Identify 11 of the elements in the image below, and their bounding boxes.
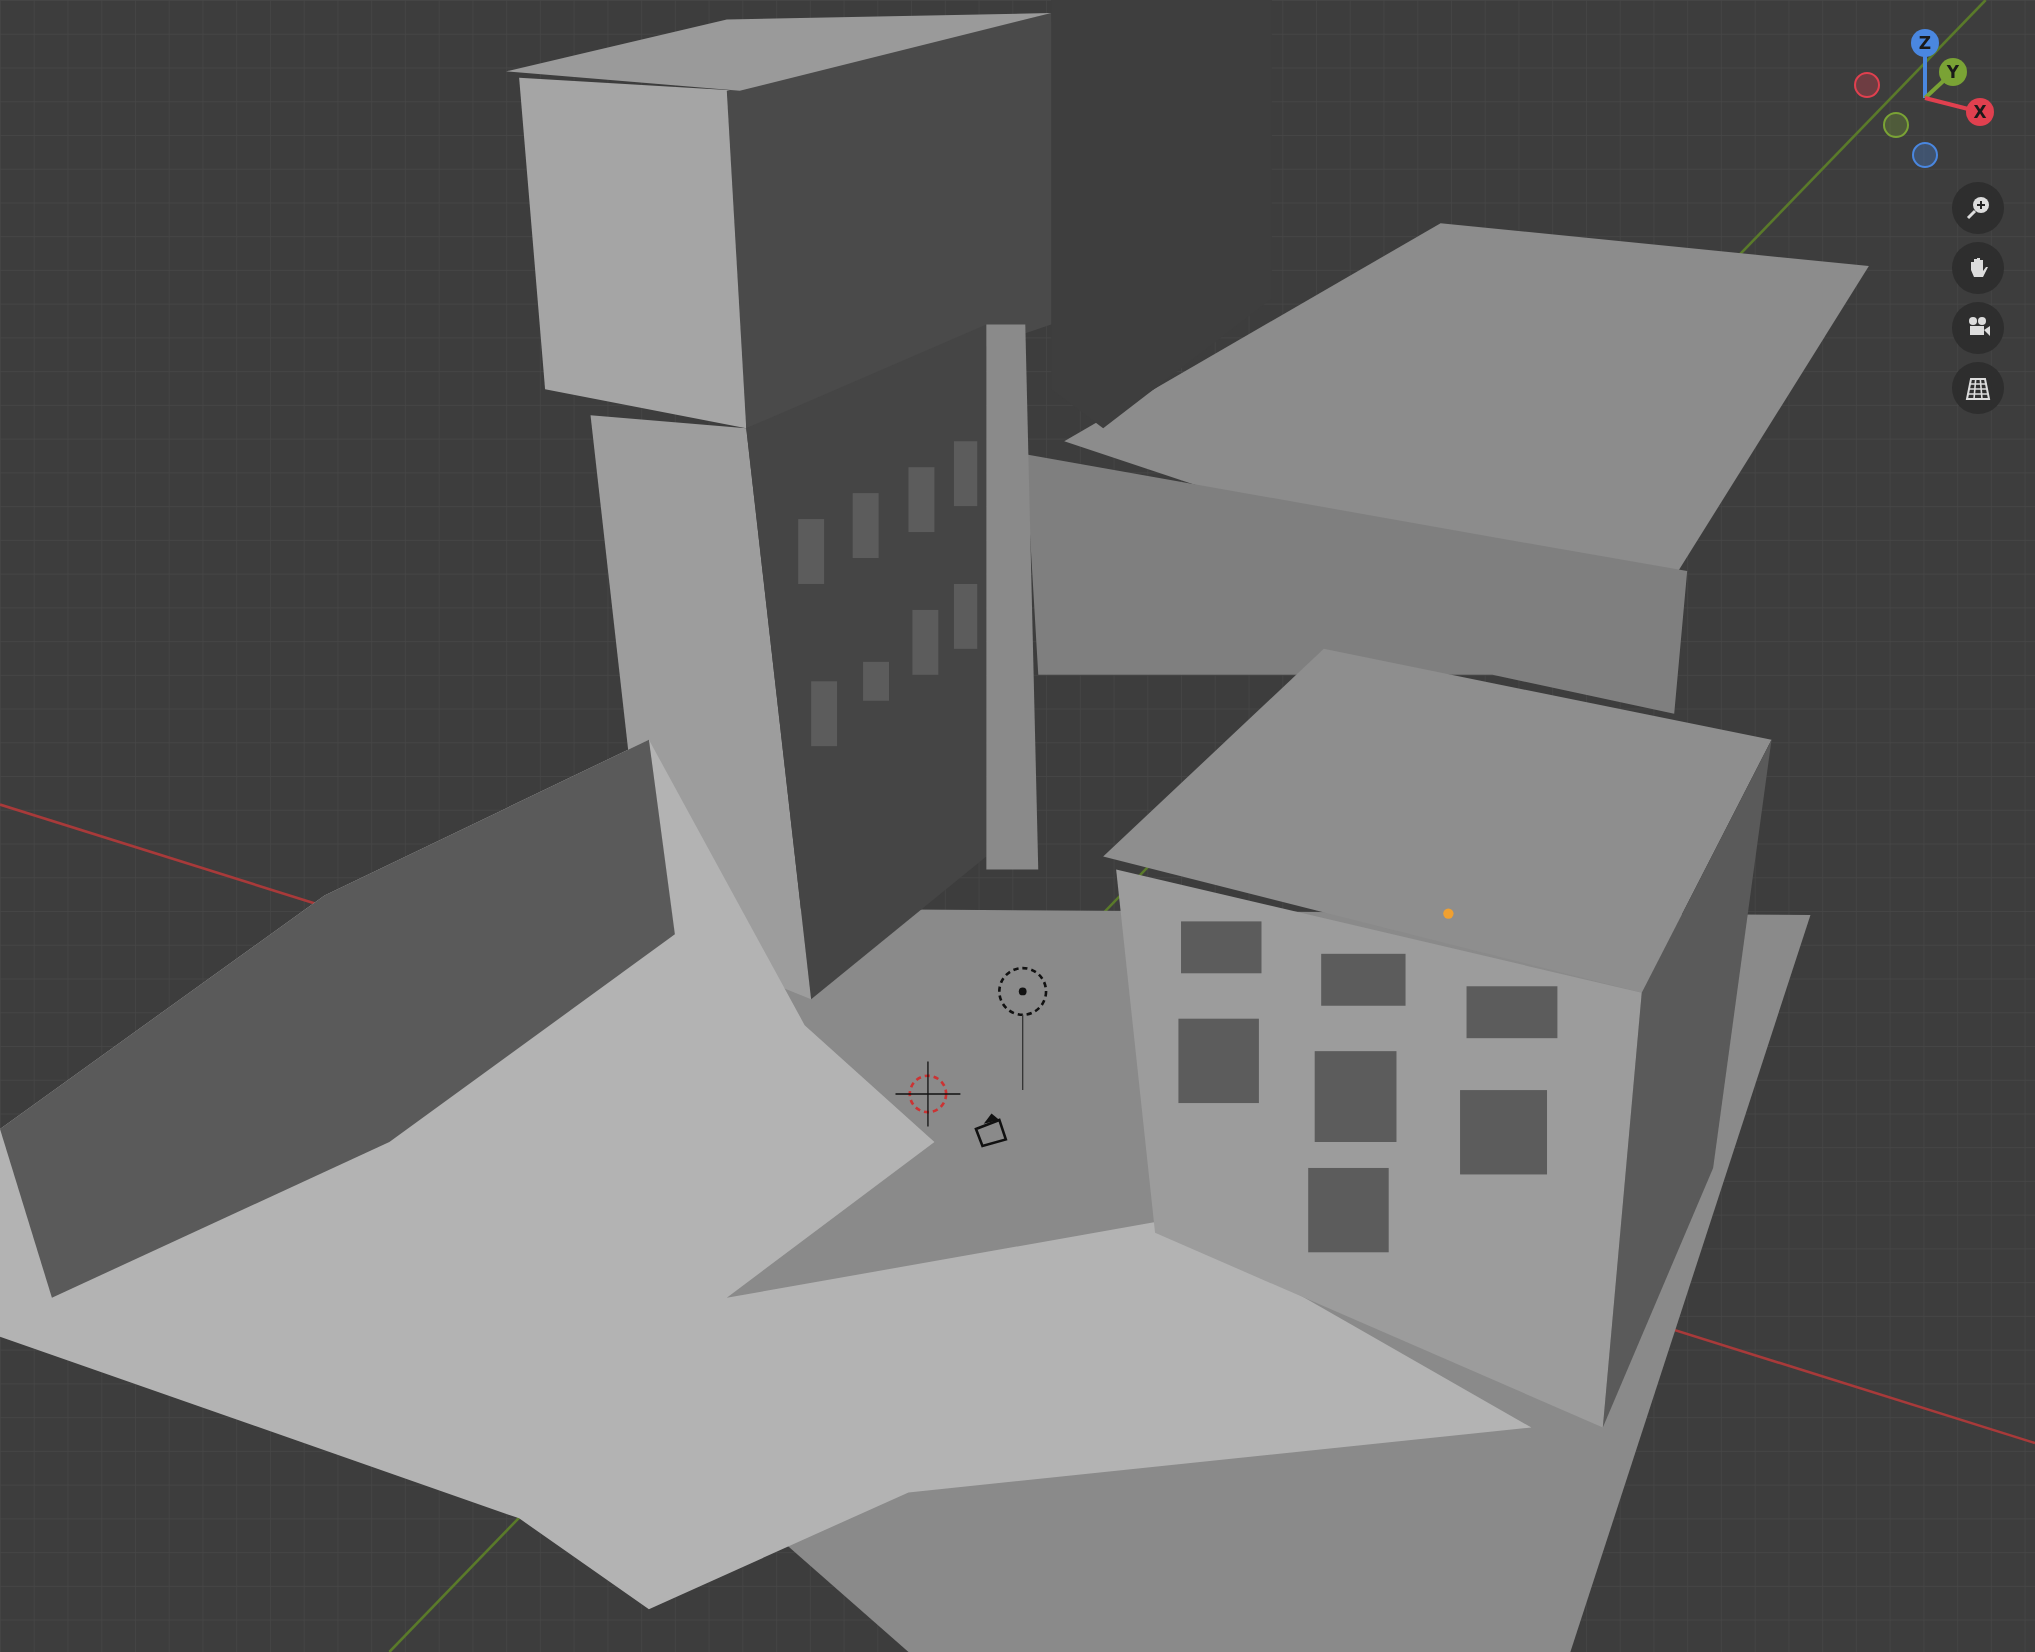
axis-handle[interactable]: Z	[1911, 29, 1939, 57]
negative-axis-handle[interactable]	[1912, 142, 1938, 168]
light-object-icon	[998, 966, 1048, 1091]
axis-handle[interactable]: X	[1966, 98, 1994, 126]
magnifier-zoom-icon	[1964, 194, 1992, 222]
camera-object-icon	[974, 1113, 1008, 1148]
negative-axis-handle[interactable]	[1854, 72, 1880, 98]
pivot-point	[1443, 908, 1454, 919]
negative-axis-handle[interactable]	[1883, 112, 1909, 138]
axis-handle[interactable]: Y	[1939, 58, 1967, 86]
3d-cursor-icon	[894, 1060, 962, 1128]
